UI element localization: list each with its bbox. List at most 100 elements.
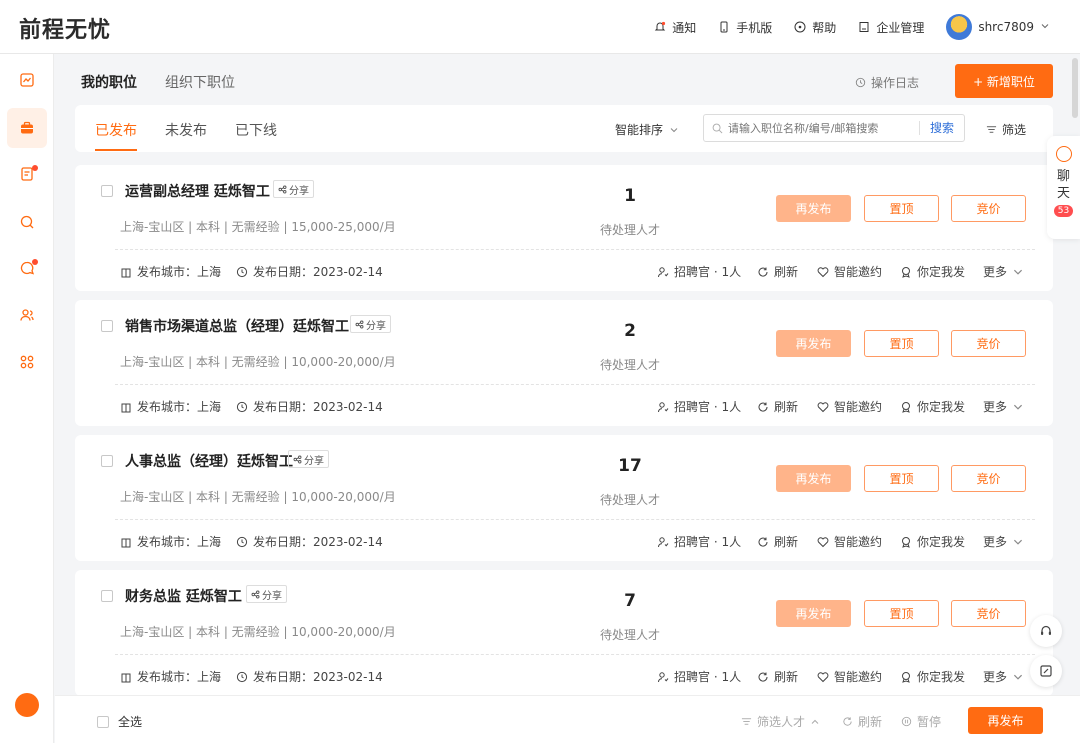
- share-button[interactable]: 分享: [273, 180, 314, 198]
- assistant-robot-icon[interactable]: [15, 693, 39, 717]
- sidebar-item-messages[interactable]: [7, 248, 47, 288]
- scrollbar[interactable]: [1072, 58, 1078, 118]
- bid-button[interactable]: 竞价: [951, 465, 1026, 492]
- republish-button[interactable]: 再发布: [776, 330, 851, 357]
- add-job-button[interactable]: + 新增职位: [955, 64, 1053, 98]
- recruiter-link[interactable]: 招聘官 · 1人: [657, 263, 741, 280]
- job-checkbox[interactable]: [101, 455, 113, 467]
- select-all-checkbox[interactable]: 全选: [97, 713, 142, 730]
- search-button[interactable]: 搜索: [918, 121, 954, 135]
- apps-icon: [20, 355, 34, 369]
- recruiter-link[interactable]: 招聘官 · 1人: [657, 668, 741, 685]
- you-decide-link[interactable]: 你定我发: [900, 263, 965, 280]
- nav-label: 帮助: [812, 20, 837, 35]
- pending-count[interactable]: 7: [595, 591, 665, 611]
- filter-bar: 已发布 未发布 已下线 智能排序 搜索 筛选: [75, 105, 1053, 152]
- pin-button[interactable]: 置顶: [864, 600, 939, 627]
- job-checkbox[interactable]: [101, 590, 113, 602]
- sort-dropdown[interactable]: 智能排序: [615, 121, 679, 138]
- clock-icon: [236, 401, 248, 412]
- nav-company[interactable]: 企业管理: [858, 19, 924, 36]
- sort-label: 智能排序: [615, 123, 664, 137]
- tab-my-jobs[interactable]: 我的职位: [81, 72, 137, 92]
- job-meta: 上海-宝山区 | 本科 | 无需经验 | 15,000-25,000/月: [120, 220, 396, 234]
- chat-unread-badge: 53: [1053, 205, 1074, 217]
- search-input[interactable]: [728, 121, 913, 135]
- bulk-republish-button[interactable]: 再发布: [968, 707, 1043, 734]
- smart-invite-link[interactable]: 智能邀约: [817, 668, 882, 685]
- pending-count[interactable]: 2: [595, 321, 665, 341]
- sidebar-item-users[interactable]: [7, 295, 47, 335]
- pin-button[interactable]: 置顶: [864, 195, 939, 222]
- job-checkbox[interactable]: [101, 320, 113, 332]
- operation-log-link[interactable]: 操作日志: [855, 74, 919, 91]
- filter-button[interactable]: 筛选: [986, 121, 1026, 138]
- tab-org-jobs[interactable]: 组织下职位: [165, 72, 235, 92]
- you-decide-link[interactable]: 你定我发: [900, 398, 965, 415]
- share-button[interactable]: 分享: [350, 315, 391, 333]
- pin-button[interactable]: 置顶: [864, 465, 939, 492]
- refresh-link[interactable]: 刷新: [757, 533, 798, 550]
- bid-button[interactable]: 竞价: [951, 600, 1026, 627]
- tab-unpublished[interactable]: 未发布: [165, 120, 207, 151]
- sidebar: [0, 54, 54, 743]
- tab-published[interactable]: 已发布: [95, 120, 137, 151]
- publish-city: 发布城市：上海: [120, 668, 221, 685]
- sidebar-item-resumes[interactable]: [7, 154, 47, 194]
- job-checkbox[interactable]: [101, 185, 113, 197]
- more-dropdown[interactable]: 更多: [983, 668, 1024, 685]
- more-dropdown[interactable]: 更多: [983, 263, 1024, 280]
- feedback-button[interactable]: [1030, 655, 1062, 687]
- logo[interactable]: 前程无忧: [19, 12, 111, 44]
- city-icon: [121, 403, 131, 412]
- filter-talent-button[interactable]: 筛选人才: [741, 713, 820, 730]
- tab-offline[interactable]: 已下线: [235, 120, 277, 151]
- more-label: 更多: [983, 265, 1008, 279]
- job-title[interactable]: 财务总监 廷烁智工: [125, 586, 242, 606]
- chevron-down-icon: [1013, 539, 1023, 545]
- nav-help[interactable]: 帮助: [794, 19, 836, 36]
- pending-label: 待处理人才: [599, 223, 660, 237]
- republish-button[interactable]: 再发布: [776, 465, 851, 492]
- pending-count[interactable]: 17: [595, 456, 665, 476]
- publish-date-text: 发布日期：2023-02-14: [253, 670, 383, 684]
- pin-button[interactable]: 置顶: [864, 330, 939, 357]
- chat-widget[interactable]: 聊 天 53: [1047, 136, 1080, 239]
- share-button[interactable]: 分享: [288, 450, 329, 468]
- republish-button[interactable]: 再发布: [776, 600, 851, 627]
- you-decide-link[interactable]: 你定我发: [900, 533, 965, 550]
- bid-button[interactable]: 竞价: [951, 330, 1026, 357]
- smart-invite-link[interactable]: 智能邀约: [817, 533, 882, 550]
- customer-service-button[interactable]: [1030, 615, 1062, 647]
- sidebar-item-jobs[interactable]: [7, 108, 47, 148]
- nav-notifications[interactable]: 通知: [654, 19, 696, 36]
- share-button[interactable]: 分享: [246, 585, 287, 603]
- smart-invite-link[interactable]: 智能邀约: [817, 263, 882, 280]
- user-menu[interactable]: shrc7809: [946, 14, 1050, 40]
- you-decide-label: 你定我发: [917, 400, 966, 414]
- sidebar-item-dashboard[interactable]: [7, 60, 47, 100]
- more-dropdown[interactable]: 更多: [983, 398, 1024, 415]
- bulk-refresh-button[interactable]: 刷新: [842, 713, 882, 730]
- bid-button[interactable]: 竞价: [951, 195, 1026, 222]
- nav-mobile[interactable]: 手机版: [718, 19, 772, 36]
- refresh-link[interactable]: 刷新: [757, 668, 798, 685]
- more-dropdown[interactable]: 更多: [983, 533, 1024, 550]
- chevron-up-icon: [811, 719, 819, 724]
- recruiter-link[interactable]: 招聘官 · 1人: [657, 533, 741, 550]
- refresh-link[interactable]: 刷新: [757, 263, 798, 280]
- bulk-pause-button[interactable]: 暂停: [901, 713, 941, 730]
- share-label: 分享: [289, 185, 309, 197]
- job-title[interactable]: 销售市场渠道总监（经理）廷烁智工: [125, 316, 349, 336]
- job-title[interactable]: 人事总监（经理）廷烁智工: [125, 451, 293, 471]
- refresh-link[interactable]: 刷新: [757, 398, 798, 415]
- republish-button[interactable]: 再发布: [776, 195, 851, 222]
- recruiter-link[interactable]: 招聘官 · 1人: [657, 398, 741, 415]
- pending-count[interactable]: 1: [595, 186, 665, 206]
- sidebar-item-talent-search[interactable]: [7, 202, 47, 242]
- chevron-down-icon: [1013, 674, 1023, 680]
- job-title[interactable]: 运营副总经理 廷烁智工: [125, 181, 270, 201]
- smart-invite-link[interactable]: 智能邀约: [817, 398, 882, 415]
- sidebar-item-apps[interactable]: [7, 342, 47, 382]
- you-decide-link[interactable]: 你定我发: [900, 668, 965, 685]
